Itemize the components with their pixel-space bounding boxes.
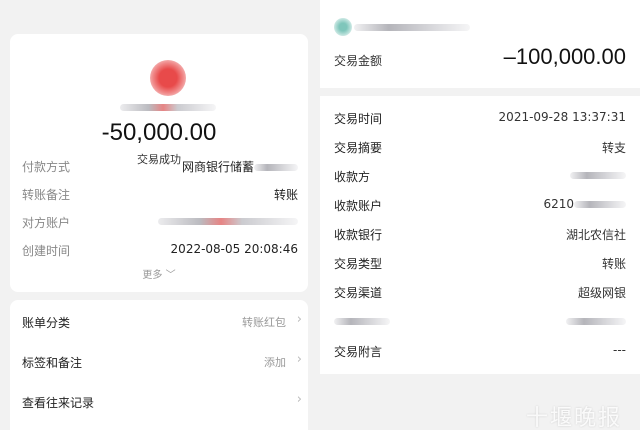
- detail-row-counterparty-account: 对方账户: [22, 214, 298, 230]
- detail-value: [570, 168, 626, 182]
- detail-label: 收款账户: [334, 199, 383, 213]
- detail-label: [334, 314, 390, 328]
- detail-row-summary: 交易摘要 转支: [334, 139, 626, 155]
- transaction-amount: –100,000.00: [503, 44, 626, 69]
- detail-value: 湖北农信社: [565, 228, 626, 242]
- transaction-amount: -50,000.00: [101, 119, 217, 146]
- amount-header: 交易金额 –100,000.00: [320, 0, 640, 88]
- detail-row-payment-method: 付款方式 网商银行储蓄: [22, 158, 298, 174]
- option-value: 转账红包: [242, 316, 286, 329]
- detail-row-payee: 收款方: [334, 168, 626, 184]
- detail-row-created-time: 创建时间 2022-08-05 20:08:46: [22, 242, 298, 258]
- redacted-account-suffix: [254, 164, 298, 171]
- option-view-records[interactable]: 查看往来记录 ›: [22, 392, 302, 410]
- option-tags-notes[interactable]: 标签和备注 添加 ›: [22, 352, 302, 370]
- transaction-detail-list: 交易时间 2021-09-28 13:37:31 交易摘要 转支 收款方 收款账…: [320, 96, 640, 374]
- detail-row-transfer-note: 转账备注 转账: [22, 186, 298, 202]
- detail-value: ---: [613, 343, 626, 357]
- redacted-payee: [570, 172, 626, 179]
- redacted-account-name: [354, 24, 470, 31]
- detail-value: 转支: [601, 141, 626, 155]
- right-transaction-detail-panel: 交易金额 –100,000.00 交易时间 2021-09-28 13:37:3…: [320, 0, 640, 430]
- detail-row-type: 交易类型 转账: [334, 255, 626, 271]
- redacted-account-number: [574, 201, 626, 208]
- option-label: 账单分类: [22, 316, 71, 330]
- detail-label: 交易渠道: [334, 286, 383, 300]
- left-bill-detail-panel: -50,000.00 交易成功 付款方式 网商银行储蓄 转账备注 转账 对方账户…: [0, 0, 318, 430]
- detail-row-bank: 收款银行 湖北农信社: [334, 226, 626, 242]
- option-bill-category[interactable]: 账单分类 转账红包 ›: [22, 312, 302, 330]
- detail-label: 转账备注: [22, 188, 71, 202]
- detail-label: 收款银行: [334, 228, 383, 242]
- detail-value: 超级网银: [577, 286, 626, 300]
- detail-value: 6210: [543, 197, 626, 211]
- amount-label: 交易金额: [334, 54, 383, 68]
- detail-label: 收款方: [334, 170, 371, 184]
- redacted-label: [334, 318, 390, 325]
- avatar: [150, 60, 186, 96]
- detail-row-payee-account: 收款账户 6210: [334, 197, 626, 213]
- detail-label: 交易时间: [334, 112, 383, 126]
- detail-label: 交易附言: [334, 345, 383, 359]
- detail-label: 交易摘要: [334, 141, 383, 155]
- chevron-right-icon: ›: [296, 352, 302, 367]
- detail-row-channel: 交易渠道 超级网银: [334, 284, 626, 300]
- option-label: 标签和备注: [22, 356, 83, 370]
- chevron-right-icon: ›: [296, 312, 302, 327]
- redacted-value: [566, 318, 626, 325]
- chevron-down-icon: ﹀: [165, 270, 176, 281]
- more-label: 更多: [142, 270, 163, 281]
- detail-value: [566, 314, 626, 328]
- detail-value: 2021-09-28 13:37:31: [498, 110, 626, 124]
- detail-label: 交易类型: [334, 257, 383, 271]
- redacted-payee-name: [120, 104, 216, 111]
- detail-value: 网商银行储蓄: [182, 158, 298, 175]
- detail-row-postscript: 交易附言 ---: [334, 343, 626, 359]
- detail-label: 对方账户: [22, 216, 71, 230]
- redacted-counterparty-account: [158, 218, 298, 225]
- detail-value: 转账: [273, 188, 298, 202]
- option-label: 查看往来记录: [22, 396, 95, 410]
- detail-value: 转账: [601, 257, 626, 271]
- detail-row-redacted: [334, 314, 626, 330]
- detail-row-time: 交易时间 2021-09-28 13:37:31: [334, 110, 626, 126]
- newspaper-watermark: 十堰晚报: [525, 406, 622, 430]
- detail-value: 2022-08-05 20:08:46: [170, 242, 298, 256]
- chevron-right-icon: ›: [296, 392, 302, 407]
- transaction-summary-card: -50,000.00 交易成功 付款方式 网商银行储蓄 转账备注 转账 对方账户…: [10, 34, 308, 292]
- detail-label: 创建时间: [22, 244, 71, 258]
- detail-label: 付款方式: [22, 160, 71, 174]
- more-button[interactable]: 更多 ﹀: [10, 266, 308, 281]
- detail-value: [158, 214, 298, 228]
- bank-logo-icon: [334, 18, 352, 36]
- bill-options-card: 账单分类 转账红包 › 标签和备注 添加 › 查看往来记录 ›: [10, 300, 308, 430]
- option-value: 添加: [264, 356, 286, 369]
